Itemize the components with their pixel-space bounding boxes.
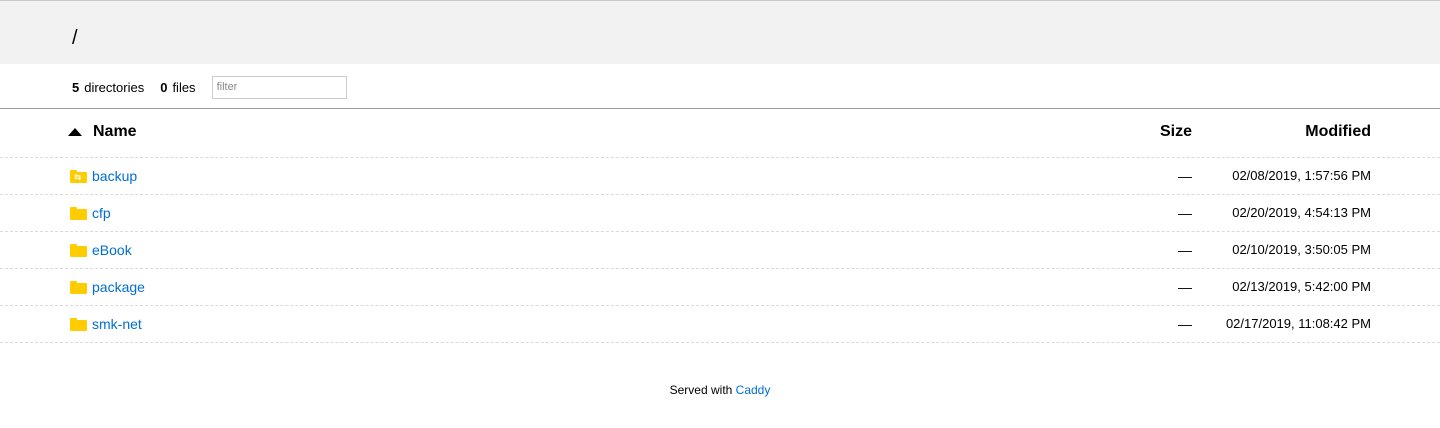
entry-name-cell: ⇆ backup: [70, 168, 137, 184]
table-header-row: Name Size Modified: [0, 109, 1440, 158]
entry-modified: 02/13/2019, 5:42:00 PM: [1232, 279, 1371, 294]
directory-count-value: 5: [72, 79, 80, 95]
entry-modified: 02/17/2019, 11:08:42 PM: [1225, 316, 1371, 331]
entry-link[interactable]: package: [92, 279, 145, 295]
table-row: eBook — 02/10/2019, 3:50:05 PM: [0, 232, 1440, 269]
table-row: smk-net — 02/17/2019, 11:08:42 PM: [0, 306, 1440, 343]
current-path-title: /: [72, 27, 78, 49]
entry-name-cell: eBook: [70, 242, 132, 258]
table-row: package — 02/13/2019, 5:42:00 PM: [0, 269, 1440, 306]
folder-icon[interactable]: [70, 243, 87, 257]
directory-count-label: directories: [84, 79, 145, 95]
entry-link[interactable]: smk-net: [92, 316, 142, 332]
file-count: 0 files: [160, 80, 195, 95]
table-row: cfp — 02/20/2019, 4:54:13 PM: [0, 195, 1440, 232]
entry-link[interactable]: cfp: [92, 205, 111, 221]
file-count-label: files: [172, 79, 196, 95]
entry-modified: 02/08/2019, 1:57:56 PM: [1232, 168, 1371, 183]
folder-icon[interactable]: [70, 280, 87, 294]
entry-size: —: [1178, 205, 1192, 221]
modified-column-header[interactable]: Modified: [1305, 123, 1371, 141]
entry-link[interactable]: eBook: [92, 242, 132, 258]
folder-symlink-icon[interactable]: ⇆: [70, 169, 87, 183]
caddy-link[interactable]: Caddy: [736, 383, 771, 397]
file-count-value: 0: [160, 79, 168, 95]
footer-text: Served with: [669, 383, 733, 397]
sort-ascending-icon[interactable]: [68, 128, 82, 136]
entry-size: —: [1178, 279, 1192, 295]
table-row: ⇆ backup — 02/08/2019, 1:57:56 PM: [0, 158, 1440, 195]
entry-link[interactable]: backup: [92, 168, 137, 184]
listing-table: Name Size Modified ⇆ backup — 02/08/2019…: [0, 109, 1440, 343]
name-column-label[interactable]: Name: [93, 123, 137, 141]
folder-icon[interactable]: [70, 206, 87, 220]
page-header: /: [0, 0, 1440, 64]
entry-modified: 02/20/2019, 4:54:13 PM: [1232, 205, 1371, 220]
entry-size: —: [1178, 316, 1192, 332]
entry-size: —: [1178, 242, 1192, 258]
size-column-header[interactable]: Size: [1160, 123, 1192, 141]
name-column-header[interactable]: Name: [68, 123, 137, 141]
directory-summary: 5 directories 0 files: [72, 75, 347, 99]
entry-name-cell: smk-net: [70, 316, 142, 332]
filter-input[interactable]: [211, 75, 347, 99]
page-footer: Served with Caddy: [0, 383, 1440, 397]
entry-name-cell: package: [70, 279, 145, 295]
entry-name-cell: cfp: [70, 205, 111, 221]
entry-modified: 02/10/2019, 3:50:05 PM: [1232, 242, 1371, 257]
directory-count: 5 directories: [72, 80, 144, 95]
entry-size: —: [1178, 168, 1192, 184]
folder-icon[interactable]: [70, 317, 87, 331]
